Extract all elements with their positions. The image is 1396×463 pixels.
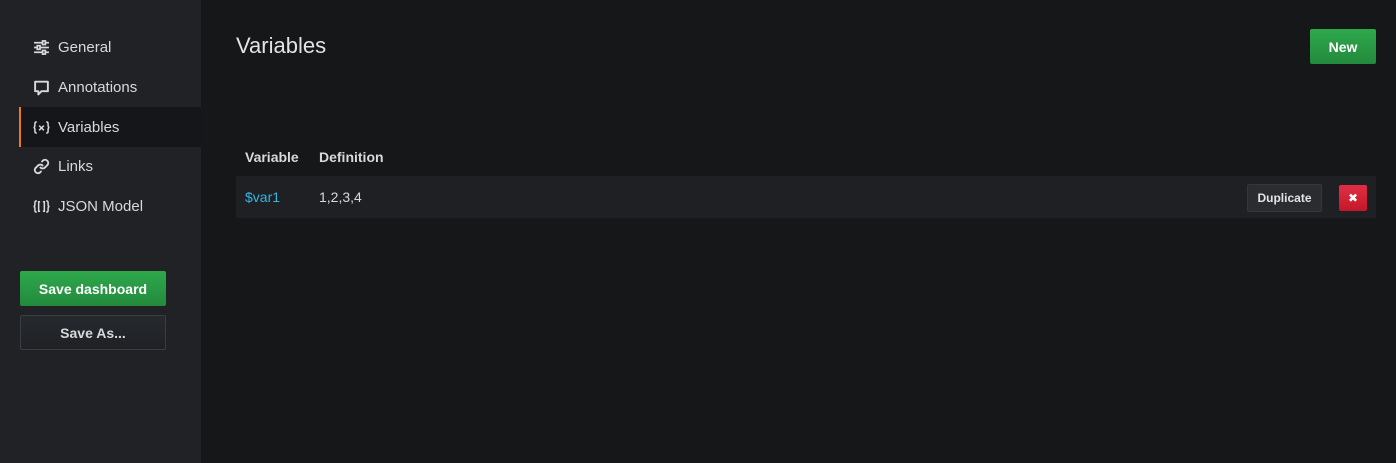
save-as-button[interactable]: Save As... — [20, 315, 166, 350]
table-row: $var1 1,2,3,4 Duplicate ✖ — [236, 176, 1376, 218]
app-root: General Annotations Variables Links JSON… — [0, 0, 1396, 463]
variables-table: Variable Definition $var1 1,2,3,4 Duplic… — [236, 140, 1376, 218]
sidebar-item-label: Annotations — [58, 79, 138, 97]
variable-icon — [32, 118, 50, 136]
sidebar-item-label: Links — [58, 158, 94, 176]
duplicate-button[interactable]: Duplicate — [1247, 184, 1322, 212]
variable-definition: 1,2,3,4 — [319, 189, 362, 205]
sidebar-item-label: JSON Model — [58, 198, 144, 216]
table-header: Variable Definition — [236, 140, 1376, 174]
new-variable-button[interactable]: New — [1310, 29, 1376, 64]
settings-sidebar: General Annotations Variables Links JSON… — [0, 0, 201, 463]
sidebar-item-json-model[interactable]: JSON Model — [0, 187, 201, 227]
comment-icon — [32, 79, 50, 97]
sidebar-item-label: Variables — [58, 118, 120, 136]
variable-name-link[interactable]: $var1 — [236, 189, 319, 205]
main-content: Variables New Variable Definition $var1 … — [201, 0, 1396, 463]
link-icon — [32, 158, 50, 176]
sidebar-item-label: General — [58, 39, 112, 57]
sidebar-item-general[interactable]: General — [0, 28, 201, 68]
save-dashboard-button[interactable]: Save dashboard — [20, 271, 166, 306]
sidebar-item-links[interactable]: Links — [0, 147, 201, 187]
sidebar-actions: Save dashboard Save As... — [20, 271, 166, 350]
delete-button[interactable]: ✖ — [1339, 185, 1367, 211]
json-icon — [32, 198, 50, 216]
sidebar-item-annotations[interactable]: Annotations — [0, 68, 201, 108]
column-header-definition: Definition — [319, 149, 384, 165]
sidebar-item-variables[interactable]: Variables — [19, 107, 201, 148]
sliders-icon — [32, 39, 50, 57]
page-title: Variables — [236, 33, 327, 58]
column-header-variable: Variable — [245, 149, 299, 165]
close-icon: ✖ — [1347, 191, 1359, 205]
